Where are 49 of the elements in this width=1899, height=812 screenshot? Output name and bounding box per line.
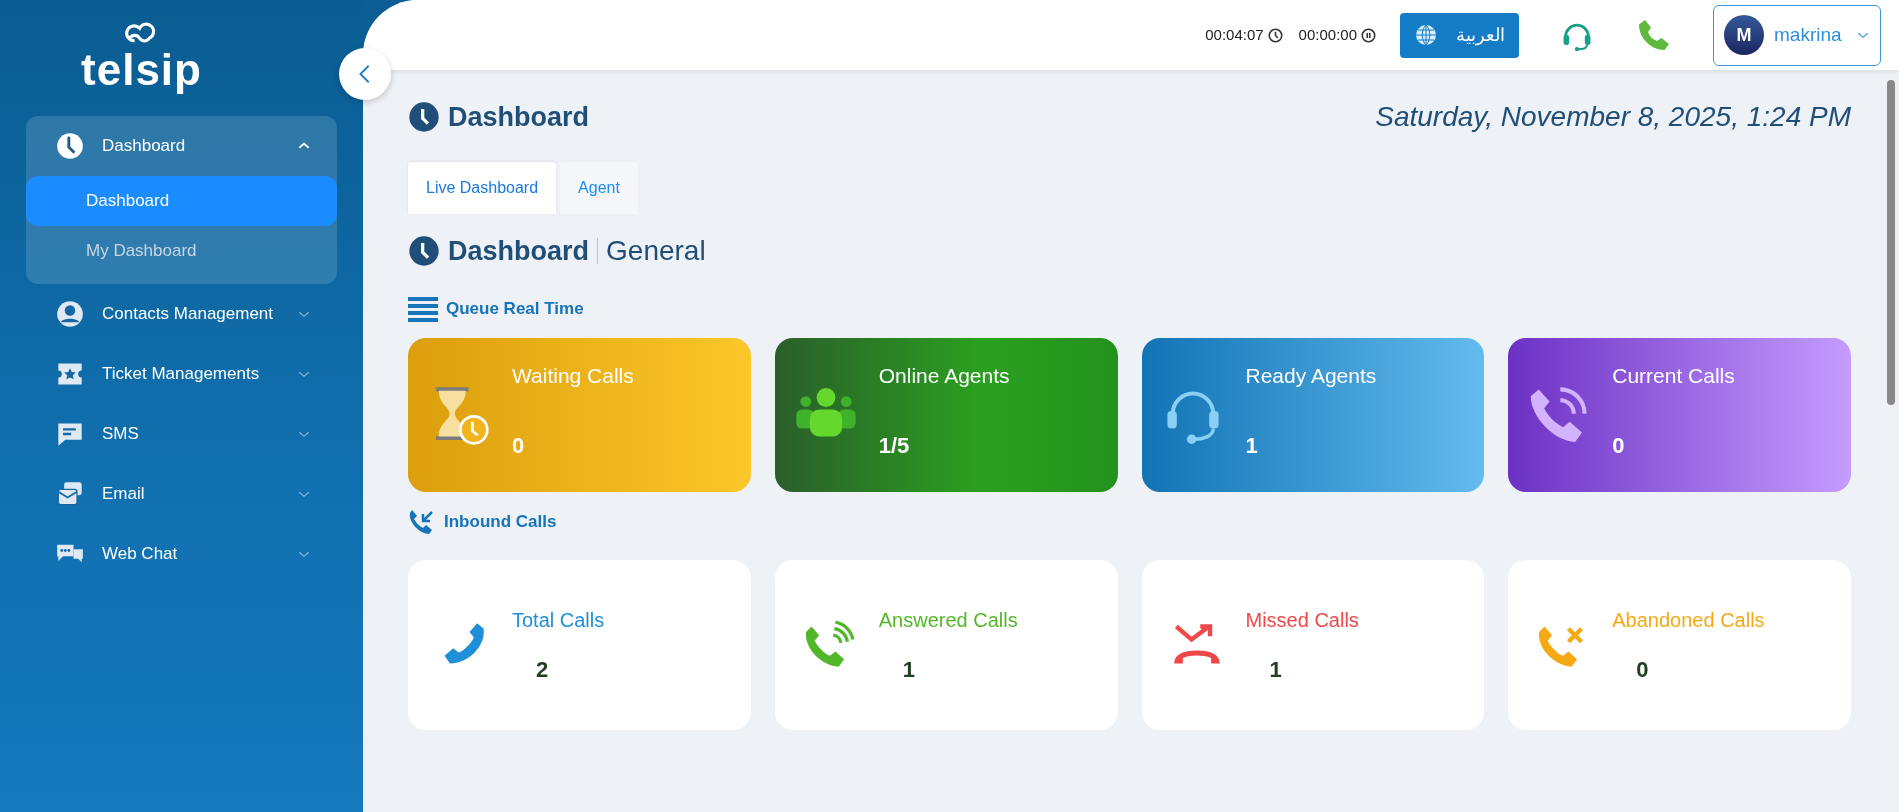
envelope-icon: [56, 480, 84, 508]
globe-icon: [1414, 23, 1438, 47]
date-time: Saturday, November 8, 2025, 1:24 PM: [1375, 100, 1851, 134]
sidebar-item[interactable]: SMS: [26, 404, 337, 464]
sidebar-item[interactable]: Email: [26, 464, 337, 524]
sidebar-item[interactable]: Dashboard: [26, 116, 337, 176]
user-icon: [56, 300, 84, 328]
sidebar-item[interactable]: Web Chat: [26, 524, 337, 584]
clock-icon: [408, 101, 440, 133]
user-menu[interactable]: M makrina: [1713, 4, 1881, 66]
incoming-call-icon: [408, 508, 436, 536]
card-label: Missed Calls: [1245, 607, 1359, 633]
card-value: 2: [534, 655, 550, 684]
card-label: Current Calls: [1612, 363, 1735, 389]
tab[interactable]: Live Dashboard: [408, 162, 557, 214]
submenu-item[interactable]: My Dashboard: [26, 226, 337, 276]
clock-icon: [1267, 27, 1283, 43]
card-value: 1: [901, 655, 916, 684]
submenu-item[interactable]: Dashboard: [26, 176, 337, 226]
language-button[interactable]: العربية: [1400, 12, 1519, 58]
card-value: 0: [1612, 432, 1626, 460]
section-subtitle: General: [606, 234, 706, 268]
card-label: Answered Calls: [878, 607, 1018, 633]
clock-icon: [56, 132, 84, 160]
clock-icon: [408, 235, 440, 267]
timer-text: 00:00:00: [1298, 24, 1357, 45]
card-value: 0: [1635, 655, 1650, 684]
card-label: Abandoned Calls: [1612, 607, 1765, 633]
phone-icon: [1636, 17, 1672, 53]
section-heading: Inbound Calls: [444, 511, 557, 534]
card-label: Ready Agents: [1245, 363, 1377, 389]
sidebar-item[interactable]: Ticket Managements: [26, 344, 337, 404]
pause-icon: [1361, 27, 1376, 43]
list-icon: [408, 296, 438, 322]
card-label: Online Agents: [878, 363, 1010, 389]
timer-text: 00:04:07: [1205, 24, 1264, 45]
sidebar-item[interactable]: Contacts Management: [26, 284, 337, 344]
scrollbar[interactable]: [1887, 80, 1895, 405]
section-heading: Queue Real Time: [446, 298, 584, 321]
section-title: Dashboard: [448, 234, 590, 268]
card-value: 1: [1245, 432, 1259, 460]
avatar: M: [1724, 15, 1764, 55]
tab[interactable]: Agent: [560, 162, 638, 214]
card-value: 0: [512, 432, 526, 460]
card-label: Total Calls: [512, 607, 605, 633]
card-label: Waiting Calls: [512, 363, 634, 389]
page-title: Dashboard: [448, 100, 590, 134]
card-value: 1: [1268, 655, 1283, 684]
card-value: 1/5: [878, 432, 911, 460]
